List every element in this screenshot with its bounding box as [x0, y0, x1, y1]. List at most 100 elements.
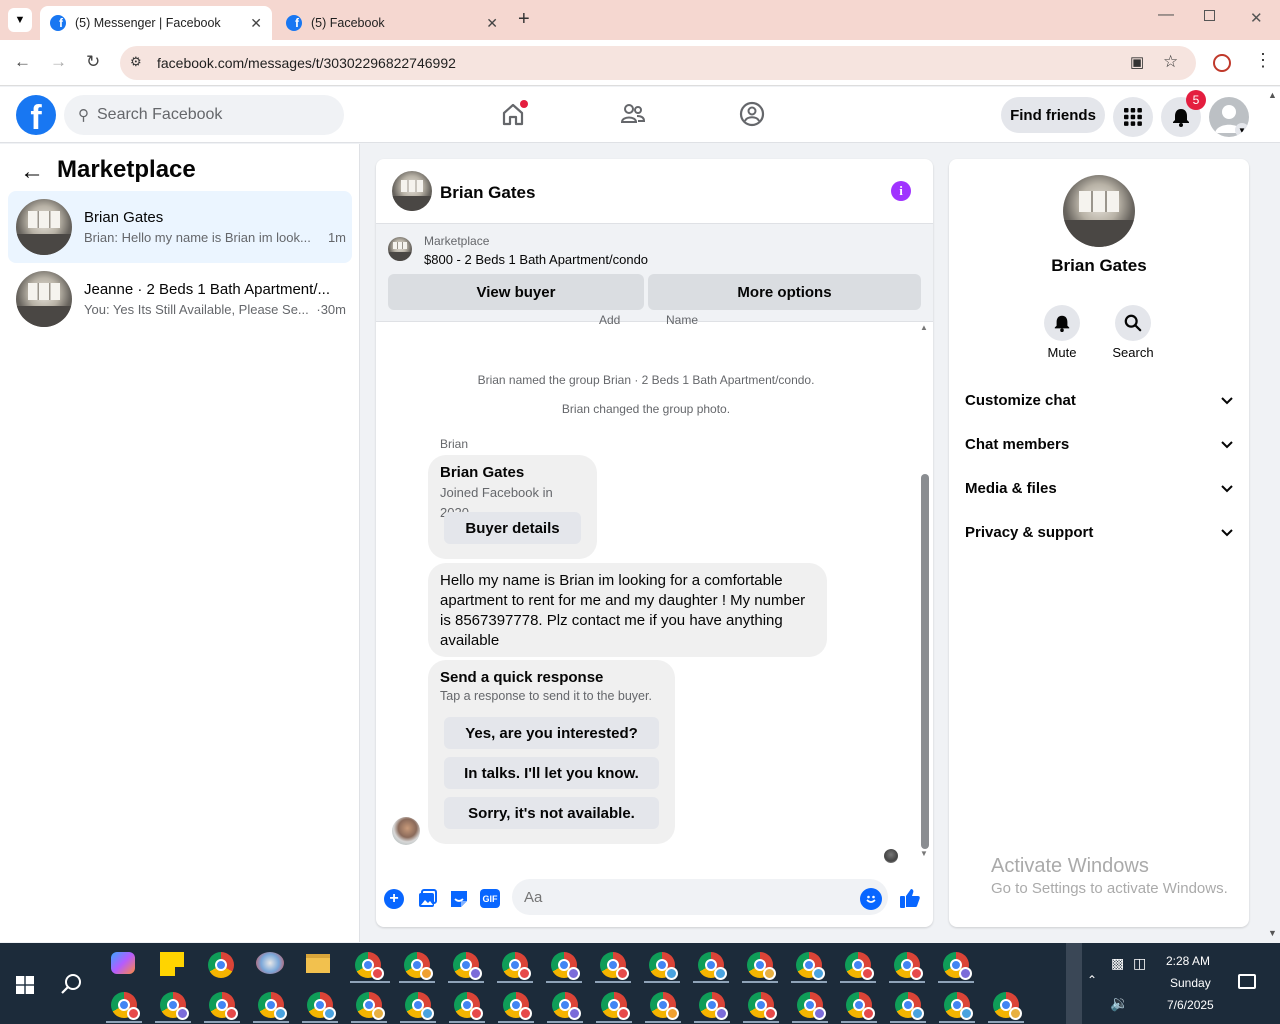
browser-menu-icon[interactable]: ⋮ — [1254, 50, 1272, 71]
sticky-notes-icon[interactable] — [160, 952, 184, 976]
account-avatar[interactable]: ▼ — [1209, 97, 1249, 137]
profile-icon[interactable] — [1213, 54, 1231, 72]
chrome-window-icon[interactable] — [503, 992, 532, 1020]
close-tab-icon[interactable]: ✕ — [486, 15, 498, 32]
mute-button[interactable] — [1044, 305, 1080, 341]
new-tab-button[interactable]: + — [518, 8, 530, 31]
tab-facebook[interactable]: f (5) Facebook ✕ — [276, 6, 508, 40]
scroll-up-arrow-icon[interactable]: ▲ — [920, 323, 928, 332]
scroll-down-arrow-icon[interactable]: ▼ — [920, 849, 928, 858]
chrome-window-icon[interactable] — [160, 992, 189, 1020]
gif-icon[interactable]: GIF — [480, 889, 500, 908]
snipping-tool-icon[interactable] — [256, 952, 284, 974]
tab-search-dropdown[interactable]: ▼ — [8, 8, 32, 32]
chrome-window-icon[interactable] — [552, 992, 581, 1020]
windows-start-icon[interactable] — [16, 976, 34, 999]
sticker-icon[interactable] — [448, 888, 470, 915]
chat-info-icon[interactable]: i — [891, 181, 911, 201]
file-explorer-icon[interactable] — [306, 954, 330, 973]
home-icon[interactable] — [500, 100, 528, 127]
copilot-icon[interactable] — [111, 952, 135, 974]
chrome-window-icon[interactable] — [993, 992, 1022, 1020]
taskbar-date[interactable]: 7/6/2025 — [1167, 998, 1214, 1012]
more-options-button[interactable]: More options — [648, 274, 921, 310]
reload-icon[interactable]: ↻ — [86, 52, 100, 72]
close-window-icon[interactable]: ✕ — [1250, 9, 1263, 27]
show-hidden-icons-chevron[interactable]: ⌃ — [1087, 973, 1097, 987]
media-files-section[interactable]: Media & files — [965, 470, 1233, 506]
chrome-window-icon[interactable] — [895, 992, 924, 1020]
info-avatar[interactable] — [1063, 175, 1135, 247]
chrome-window-icon[interactable] — [748, 992, 777, 1020]
add-attachment-icon[interactable]: + — [384, 889, 404, 909]
search-in-chat-button[interactable] — [1115, 305, 1151, 341]
scrollbar-thumb[interactable] — [921, 474, 929, 849]
chat-contact-name[interactable]: Brian Gates — [440, 183, 535, 203]
buyer-details-button[interactable]: Buyer details — [444, 512, 581, 544]
chrome-window-icon[interactable] — [258, 992, 287, 1020]
conversation-item[interactable]: Jeanne · 2 Beds 1 Bath Apartment/... You… — [8, 263, 352, 335]
message-bubble[interactable]: Hello my name is Brian im looking for a … — [428, 563, 827, 657]
forward-arrow-icon[interactable]: → — [50, 52, 67, 72]
chrome-window-icon[interactable] — [209, 992, 238, 1020]
chrome-window-icon[interactable] — [943, 952, 972, 980]
install-app-icon[interactable]: ▣ — [1130, 53, 1144, 71]
back-arrow-icon[interactable]: ← — [14, 52, 31, 72]
taskbar-time[interactable]: 2:28 AM — [1166, 954, 1210, 968]
menu-grid-icon[interactable] — [1113, 97, 1153, 137]
close-tab-icon[interactable]: ✕ — [250, 15, 262, 32]
photo-icon[interactable] — [416, 888, 438, 915]
customize-chat-section[interactable]: Customize chat — [965, 382, 1233, 418]
chrome-window-icon[interactable] — [601, 992, 630, 1020]
chat-members-section[interactable]: Chat members — [965, 426, 1233, 462]
chrome-window-icon[interactable] — [111, 992, 140, 1020]
chrome-window-icon[interactable] — [894, 952, 923, 980]
view-buyer-button[interactable]: View buyer — [388, 274, 644, 310]
chrome-window-icon[interactable] — [355, 952, 384, 980]
chrome-window-icon[interactable] — [649, 952, 678, 980]
chrome-window-icon[interactable] — [650, 992, 679, 1020]
notifications-bell-icon[interactable]: 5 — [1161, 90, 1206, 137]
chrome-window-icon[interactable] — [797, 992, 826, 1020]
taskbar-day[interactable]: Sunday — [1170, 976, 1211, 990]
conversation-item[interactable]: Brian Gates Brian: Hello my name is Bria… — [8, 191, 352, 263]
chrome-window-icon[interactable] — [454, 992, 483, 1020]
network-icon[interactable]: ▩ — [1111, 955, 1124, 972]
display-icon[interactable]: ◫ — [1133, 955, 1146, 972]
emoji-icon[interactable] — [860, 888, 882, 910]
chrome-window-icon[interactable] — [356, 992, 385, 1020]
notification-center-icon[interactable] — [1238, 974, 1256, 989]
quick-response-option[interactable]: Sorry, it's not available. — [444, 797, 659, 829]
chrome-window-icon[interactable] — [600, 952, 629, 980]
thumbs-up-icon[interactable] — [898, 886, 922, 915]
chrome-window-icon[interactable] — [796, 952, 825, 980]
chrome-window-icon[interactable] — [944, 992, 973, 1020]
listing-title[interactable]: $800 - 2 Beds 1 Bath Apartment/condo — [424, 252, 648, 267]
page-scroll-down-icon[interactable]: ▼ — [1268, 928, 1277, 938]
restore-window-icon[interactable] — [1204, 10, 1215, 21]
back-arrow-icon[interactable]: ← — [20, 158, 44, 186]
chrome-icon[interactable] — [208, 952, 234, 978]
chrome-window-icon[interactable] — [502, 952, 531, 980]
chrome-window-icon[interactable] — [405, 992, 434, 1020]
page-scroll-up-icon[interactable]: ▲ — [1268, 90, 1277, 100]
chrome-window-icon[interactable] — [453, 952, 482, 980]
friends-icon[interactable] — [620, 101, 646, 132]
chrome-window-icon[interactable] — [551, 952, 580, 980]
chrome-window-icon[interactable] — [307, 992, 336, 1020]
message-input[interactable] — [512, 879, 888, 915]
chrome-window-icon[interactable] — [698, 952, 727, 980]
chrome-window-icon[interactable] — [845, 952, 874, 980]
quick-response-option[interactable]: In talks. I'll let you know. — [444, 757, 659, 789]
volume-icon[interactable]: 🔉 — [1110, 994, 1129, 1012]
address-bar[interactable]: ⚙ facebook.com/messages/t/30302296822746… — [120, 46, 1196, 80]
chrome-window-icon[interactable] — [846, 992, 875, 1020]
chrome-window-icon[interactable] — [747, 952, 776, 980]
taskbar-scroll-panel[interactable] — [1066, 943, 1082, 1024]
taskbar-search-icon[interactable] — [61, 973, 83, 1000]
groups-icon[interactable] — [739, 101, 765, 132]
facebook-logo-icon[interactable]: f — [16, 95, 56, 135]
search-facebook-field[interactable]: ⚲ Search Facebook — [64, 95, 344, 135]
minimize-window-icon[interactable]: — — [1158, 6, 1174, 24]
tab-messenger[interactable]: f (5) Messenger | Facebook ✕ — [40, 6, 272, 40]
